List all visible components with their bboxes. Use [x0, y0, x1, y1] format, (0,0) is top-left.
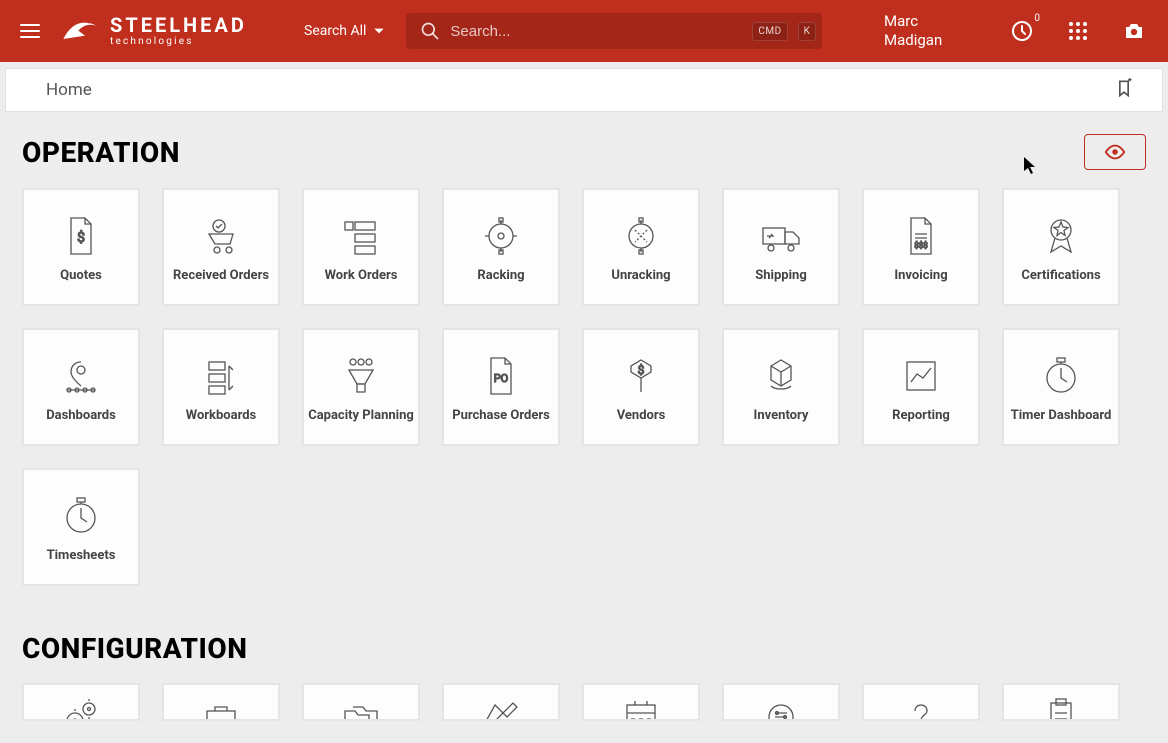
shipping-icon [751, 210, 811, 262]
tile-label: Dashboards [46, 408, 116, 425]
timer-icon [51, 490, 111, 542]
search-scope-dropdown[interactable]: Search All [304, 23, 386, 39]
eye-icon [1104, 141, 1126, 163]
tile-label: Certifications [1021, 268, 1100, 285]
config-tile[interactable] [302, 683, 420, 721]
tile-invoicing[interactable]: $$$ Invoicing [862, 188, 980, 306]
workboards-icon [191, 350, 251, 402]
apps-button[interactable] [1062, 15, 1094, 47]
app-header: STEELHEAD technologies Search All CMD K … [0, 0, 1168, 62]
tile-label: Inventory [754, 408, 809, 425]
tile-label: Timer Dashboard [1011, 408, 1112, 425]
timer-icon [1031, 350, 1091, 402]
config-tile[interactable] [722, 683, 840, 721]
search-icon [420, 21, 440, 41]
camera-icon [1122, 19, 1146, 43]
tile-timesheets[interactable]: Timesheets [22, 468, 140, 586]
dashboards-icon [51, 350, 111, 402]
svg-text:$$$: $$$ [914, 241, 928, 250]
reporting-icon [891, 350, 951, 402]
racking-icon [471, 210, 531, 262]
tile-racking[interactable]: Racking [442, 188, 560, 306]
tile-label: Unracking [611, 268, 670, 285]
operation-header: OPERATION [22, 134, 1146, 170]
search-box[interactable]: CMD K [406, 13, 822, 49]
inventory-icon [751, 350, 811, 402]
config-tile[interactable] [162, 683, 280, 721]
logo-icon [60, 13, 100, 49]
chevron-down-icon [372, 24, 386, 38]
search-scope-label: Search All [304, 23, 366, 39]
configuration-title: CONFIGURATION [22, 632, 1146, 665]
tile-label: Received Orders [173, 268, 269, 285]
svg-text:PO: PO [494, 372, 509, 385]
config-tile[interactable] [442, 683, 560, 721]
tile-label: Timesheets [47, 548, 116, 565]
tile-reporting[interactable]: Reporting [862, 328, 980, 446]
clock-badge: 0 [1034, 13, 1040, 24]
configuration-grid [22, 683, 1146, 721]
search-input[interactable] [450, 23, 742, 40]
config-tile[interactable] [862, 683, 980, 721]
tile-purchase-orders[interactable]: PO Purchase Orders [442, 328, 560, 446]
tile-timer-dashboard[interactable]: Timer Dashboard [1002, 328, 1120, 446]
tile-label: Workboards [186, 408, 256, 425]
tile-work-orders[interactable]: Work Orders [302, 188, 420, 306]
bookmark-button[interactable] [1114, 78, 1134, 102]
quote-doc-icon: $ [51, 210, 111, 262]
operation-title: OPERATION [22, 136, 180, 169]
invoicing-icon: $$$ [891, 210, 951, 262]
tile-label: Quotes [60, 268, 102, 285]
bookmark-add-icon [1114, 78, 1134, 98]
svg-text:$: $ [638, 363, 645, 377]
capacity-icon [331, 350, 391, 402]
visibility-toggle-button[interactable] [1084, 134, 1146, 170]
tile-workboards[interactable]: Workboards [162, 328, 280, 446]
purchase-orders-icon: PO [471, 350, 531, 402]
hamburger-icon [18, 19, 42, 43]
brand-logo: STEELHEAD technologies [60, 13, 260, 49]
tile-label: Reporting [892, 408, 950, 425]
camera-button[interactable] [1118, 15, 1150, 47]
received-orders-icon [191, 210, 251, 262]
apps-grid-icon [1066, 19, 1090, 43]
vendors-icon: $ [611, 350, 671, 402]
brand-sub: technologies [110, 37, 247, 47]
clock-button[interactable]: 0 [1006, 15, 1038, 47]
tile-unracking[interactable]: Unracking [582, 188, 700, 306]
config-tile[interactable] [582, 683, 700, 721]
tile-label: Racking [477, 268, 524, 285]
certifications-icon [1031, 210, 1091, 262]
config-tile[interactable] [22, 683, 140, 721]
kbd-cmd: CMD [752, 22, 787, 41]
tile-quotes[interactable]: $ Quotes [22, 188, 140, 306]
config-tile[interactable] [1002, 683, 1120, 721]
tile-label: Capacity Planning [308, 408, 414, 425]
unracking-icon [611, 210, 671, 262]
tile-shipping[interactable]: Shipping [722, 188, 840, 306]
breadcrumb-bar: Home [5, 68, 1163, 112]
username-label[interactable]: Marc Madigan [884, 12, 974, 51]
breadcrumb[interactable]: Home [46, 80, 92, 100]
svg-text:$: $ [77, 229, 85, 246]
tile-received-orders[interactable]: Received Orders [162, 188, 280, 306]
tile-label: Shipping [755, 268, 807, 285]
tile-label: Work Orders [325, 268, 398, 285]
kbd-k: K [798, 22, 817, 41]
tile-vendors[interactable]: $ Vendors [582, 328, 700, 446]
tile-certifications[interactable]: Certifications [1002, 188, 1120, 306]
clock-icon [1010, 19, 1034, 43]
tile-capacity-planning[interactable]: Capacity Planning [302, 328, 420, 446]
operation-grid: $ Quotes Received Orders Work Orders Racking… [22, 188, 1146, 586]
work-orders-icon [331, 210, 391, 262]
tile-inventory[interactable]: Inventory [722, 328, 840, 446]
menu-button[interactable] [18, 19, 46, 43]
brand-name: STEELHEAD [110, 15, 247, 35]
tile-label: Invoicing [894, 268, 947, 285]
tile-dashboards[interactable]: Dashboards [22, 328, 140, 446]
tile-label: Vendors [617, 408, 666, 425]
tile-label: Purchase Orders [452, 408, 550, 425]
